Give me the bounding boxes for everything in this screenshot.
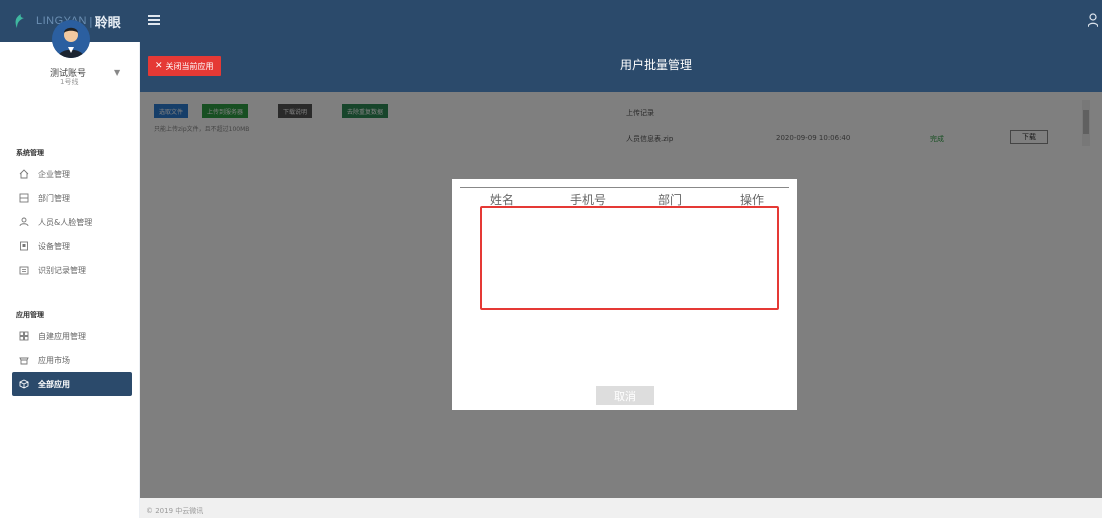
modal-divider [460,187,789,188]
sidebar-item-custom-apps[interactable]: 自建应用管理 [12,324,132,348]
sidebar-item-label: 识别记录管理 [38,265,86,275]
close-app-label: 关闭当前应用 [165,61,214,71]
sidebar-item-all-apps[interactable]: 全部应用 [12,372,132,396]
sidebar-item-label: 应用市场 [38,355,70,365]
sidebar-item-app-market[interactable]: 应用市场 [12,348,132,372]
sidebar-item-label: 人员&人脸管理 [38,217,93,227]
logo-leaf-icon [15,14,24,28]
sidebar-item-label: 企业管理 [38,169,70,179]
sidebar-item-company[interactable]: 企业管理 [12,162,132,186]
grid-icon [18,330,30,342]
cancel-button[interactable]: 取消 [596,386,654,405]
footer-shade [140,498,1102,518]
logo-text-cn: 聆眼 [94,15,121,31]
avatar-person-icon [52,20,90,58]
close-app-button[interactable]: ✕ 关闭当前应用 [148,56,221,76]
account-subtitle: 1号线 [60,78,79,86]
sidebar-item-label: 设备管理 [38,241,70,251]
user-menu-icon[interactable] [1088,13,1098,27]
device-icon [18,240,30,252]
record-icon [18,264,30,276]
person-icon [18,216,30,228]
section-title-apps: 应用管理 [16,311,44,319]
box-icon [18,378,30,390]
copyright: © 2019 中云微讯 [146,507,204,515]
store-icon [18,354,30,366]
page-title: 用户批量管理 [620,58,693,72]
sidebar-item-department[interactable]: 部门管理 [12,186,132,210]
menu-toggle-icon[interactable] [148,15,160,26]
sidebar-item-label: 部门管理 [38,193,70,203]
sidebar-item-device[interactable]: 设备管理 [12,234,132,258]
sidebar-item-label: 全部应用 [38,379,70,389]
top-bar [0,0,1102,42]
avatar[interactable] [52,20,90,58]
sidebar-item-records[interactable]: 识别记录管理 [12,258,132,282]
home-icon [18,168,30,180]
department-icon [18,192,30,204]
logo-separator: | [88,14,93,28]
sidebar-item-person-face[interactable]: 人员&人脸管理 [12,210,132,234]
section-title-system: 系统管理 [16,149,44,157]
account-dropdown-icon[interactable]: ▼ [114,68,120,77]
sidebar-item-label: 自建应用管理 [38,331,86,341]
preview-table-body [480,206,779,310]
close-icon: ✕ [155,61,163,71]
